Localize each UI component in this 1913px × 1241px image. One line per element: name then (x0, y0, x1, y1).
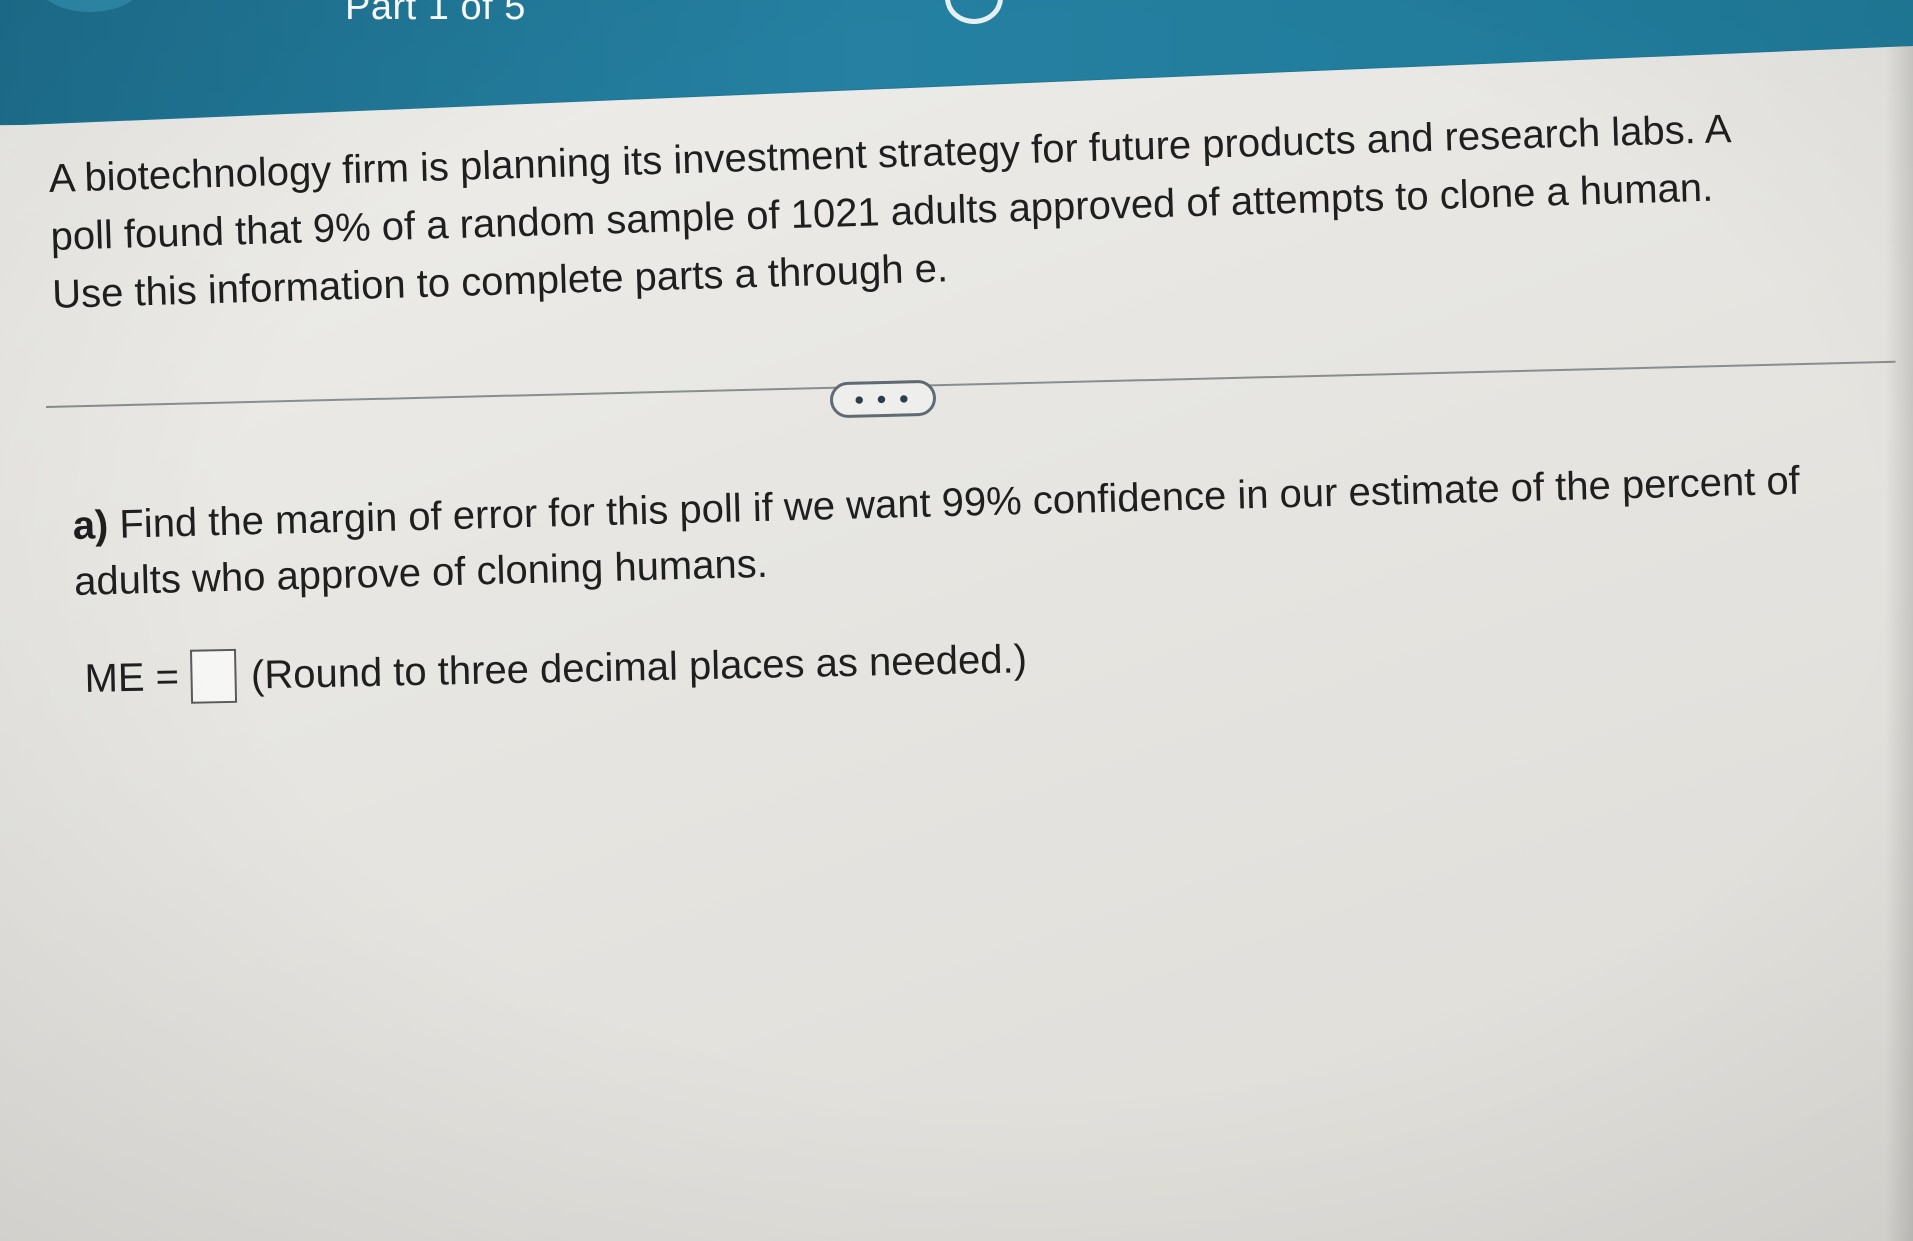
me-answer-input[interactable] (190, 648, 238, 704)
screen: Part 1 of 5 A biotechnology firm is plan… (0, 0, 1913, 1241)
question-part-letter: a) (72, 503, 109, 548)
me-label: ME = (84, 654, 180, 701)
panel-edge-shadow (1885, 46, 1913, 1241)
show-more-button[interactable]: • • • (829, 379, 937, 419)
part-indicator: Part 1 of 5 (345, 0, 526, 28)
